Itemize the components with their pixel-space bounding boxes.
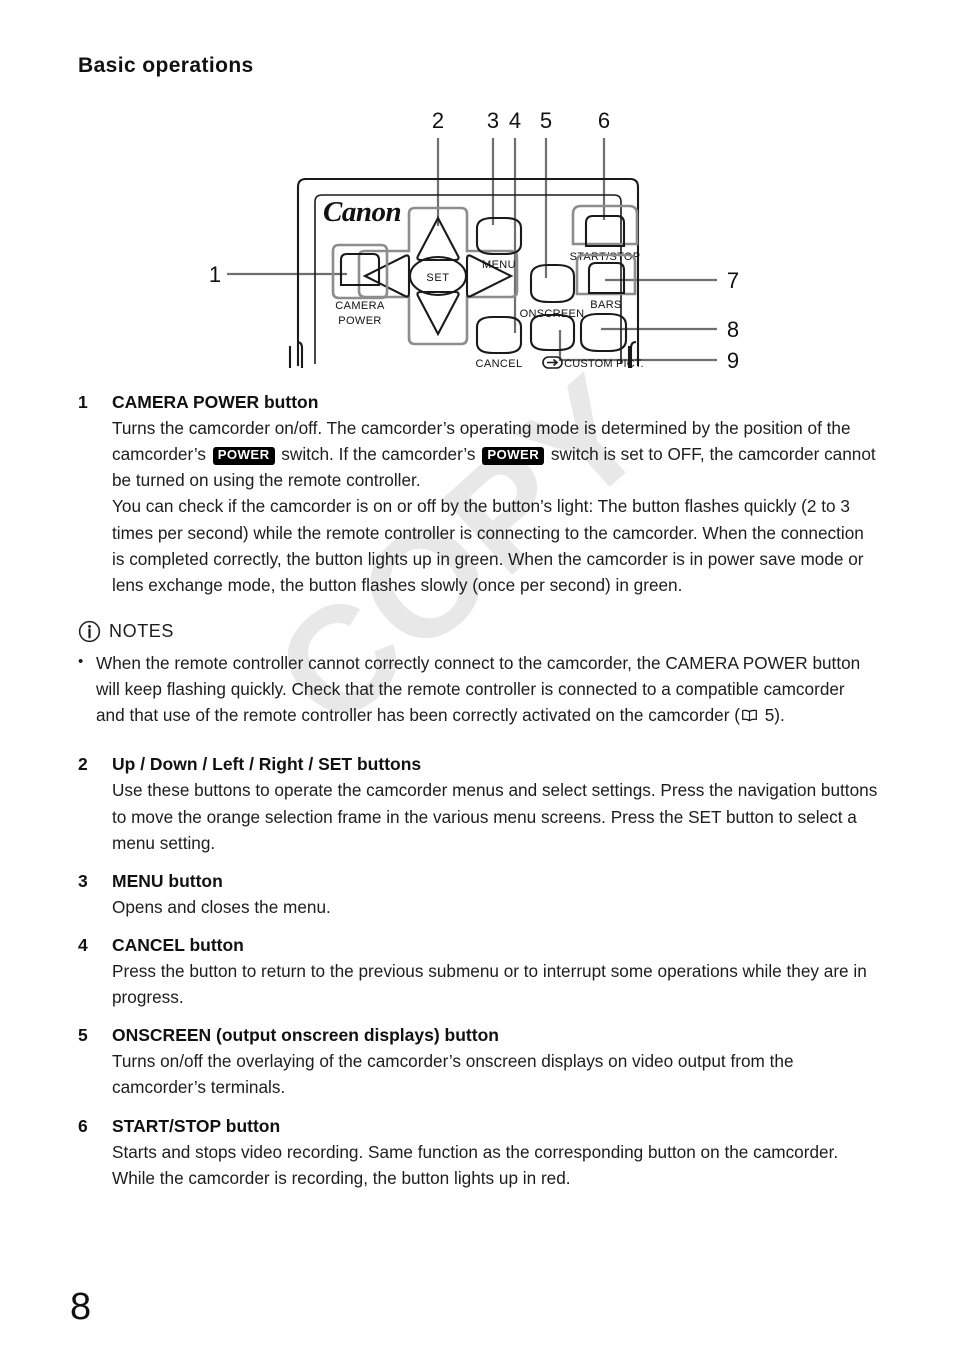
entry-body: Starts and stops video recording. Same f…	[112, 1139, 878, 1191]
custom-pict-label: CUSTOM PICT.	[564, 358, 644, 370]
callout-2: 2	[432, 108, 444, 133]
note-bullet: •	[78, 652, 84, 670]
custom-pict-button	[579, 312, 628, 353]
entry-title: ONSCREEN (output onscreen displays) butt…	[112, 1025, 499, 1046]
camera-power-label-2: POWER	[338, 315, 382, 327]
entry-heading: 3 MENU button	[78, 871, 878, 892]
manual-entry: 1 CAMERA POWER button Turns the camcorder …	[78, 392, 878, 598]
entry-paragraph: Use these buttons to operate the camcord…	[112, 780, 878, 853]
callout-9: 9	[727, 348, 739, 373]
entry-heading: 2 Up / Down / Left / Right / SET buttons	[78, 754, 878, 775]
callout-8: 8	[727, 317, 739, 342]
power-switch-badge: POWER	[482, 447, 545, 465]
callout-7: 7	[727, 268, 739, 293]
entry-heading: 6 START/STOP button	[78, 1116, 878, 1137]
remote-controller-diagram: .ol { fill:none; stroke:#1a1a1a; stroke-…	[205, 96, 745, 381]
manual-entry: 5 ONSCREEN (output onscreen displays) but…	[78, 1025, 878, 1100]
entry-title: START/STOP button	[112, 1115, 281, 1136]
bars-button	[587, 261, 626, 295]
manual-entry: 2 Up / Down / Left / Right / SET buttons U…	[78, 754, 878, 855]
cancel-label: CANCEL	[475, 358, 522, 370]
entry-title: Up / Down / Left / Right / SET buttons	[112, 754, 422, 775]
entry-body: Opens and closes the menu.	[112, 894, 878, 920]
entry-paragraph: Press the button to return to the previo…	[112, 960, 867, 1008]
set-label: SET	[426, 272, 449, 284]
entry-title: CANCEL button	[112, 934, 244, 955]
callout-4: 4	[509, 108, 521, 133]
entry-number: 3	[78, 870, 88, 891]
book-reference-icon	[741, 709, 757, 722]
canon-logo: Canon	[323, 196, 401, 228]
entry-body: Turns the camcorder on/off. The camcorde…	[112, 415, 878, 598]
entry-body: Press the button to return to the previo…	[112, 958, 878, 1010]
page-number: 8	[70, 1286, 92, 1328]
note-text: When the remote controller cannot correc…	[96, 652, 861, 726]
record-review-button	[529, 313, 576, 352]
running-head: Basic operations	[78, 54, 254, 77]
entries-host: 1 CAMERA POWER button Turns the camcorder …	[78, 392, 878, 1191]
entry-number: 5	[78, 1025, 88, 1046]
notes-block: NOTES • When the remote controller cannot …	[78, 620, 878, 728]
entry-paragraph: Turns the camcorder on/off. The camcorde…	[112, 418, 876, 491]
entry-title: MENU button	[112, 870, 223, 891]
entry-body: Turns on/off the overlaying of the camco…	[112, 1048, 878, 1100]
start-stop-button	[584, 214, 626, 248]
onscreen-button	[529, 263, 576, 304]
entry-paragraph: Opens and closes the menu.	[112, 896, 331, 917]
power-switch-badge: POWER	[212, 447, 275, 465]
entry-paragraph: While the camcorder is recording, the bu…	[112, 1167, 571, 1188]
entry-number: 6	[78, 1115, 88, 1136]
manual-entry: 4 CANCEL button Press the button to return…	[78, 935, 878, 1010]
entry-paragraph: Turns on/off the overlaying of the camco…	[112, 1051, 794, 1098]
callout-3: 3	[487, 108, 499, 133]
manual-entry: 3 MENU button Opens and closes the menu.	[78, 871, 878, 920]
notes-heading: NOTES	[78, 620, 878, 643]
manual-entry: 6 START/STOP button Starts and stops video…	[78, 1116, 878, 1191]
entry-heading: 4 CANCEL button	[78, 935, 878, 956]
entry-paragraph: You can check if the camcorder is on or …	[112, 496, 864, 595]
entry-body: Use these buttons to operate the camcord…	[112, 777, 878, 855]
menu-label: MENU	[482, 259, 516, 271]
entry-number: 2	[78, 754, 88, 775]
entry-title: CAMERA POWER button	[112, 392, 319, 412]
entry-paragraph: Starts and stops video recording. Same f…	[112, 1141, 839, 1162]
callout-1: 1	[209, 262, 221, 287]
entry-number: 1	[78, 392, 88, 412]
entry-heading: 5 ONSCREEN (output onscreen displays) but…	[78, 1025, 878, 1046]
info-icon	[78, 620, 101, 643]
callout-5: 5	[540, 108, 552, 133]
callout-6: 6	[598, 108, 610, 133]
note-item: • When the remote controller cannot corre…	[78, 650, 878, 728]
entry-heading: 1 CAMERA POWER button	[78, 392, 878, 413]
notes-label: NOTES	[109, 620, 175, 641]
down-button	[416, 290, 460, 337]
bars-label: BARS	[590, 299, 622, 311]
entry-number: 4	[78, 934, 88, 955]
camera-power-label-1: CAMERA	[335, 300, 385, 312]
document-page: COPY Basic operations .ol { fill:none; s…	[0, 0, 954, 1352]
entry-list: 1 CAMERA POWER button Turns the camcorder …	[78, 392, 878, 1206]
